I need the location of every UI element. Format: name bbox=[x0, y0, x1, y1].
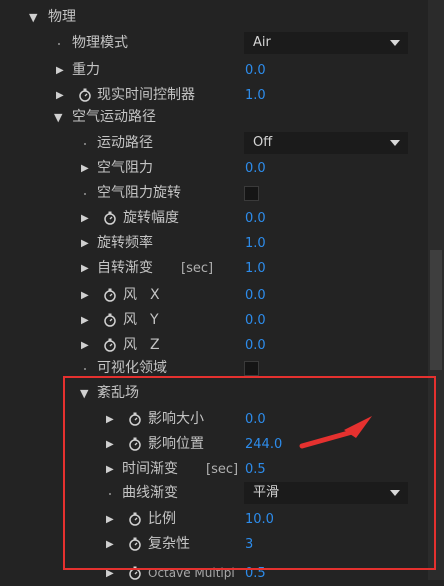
label-wind: 风 bbox=[123, 312, 137, 328]
stopwatch-icon[interactable] bbox=[78, 88, 92, 102]
row-wind-y: ▶ 风 Y 0.0 bbox=[0, 308, 428, 333]
chevron-down-icon bbox=[390, 140, 400, 146]
group-label-physics: 物理 bbox=[48, 9, 76, 25]
label-air-resistance-rotation: 空气阻力旋转 bbox=[97, 185, 181, 201]
expand-triangle-icon[interactable]: ▶ bbox=[81, 308, 89, 333]
physics-mode-dropdown[interactable]: Air bbox=[244, 32, 408, 54]
label-wind: 风 bbox=[123, 287, 137, 303]
label-wind-axis: Y bbox=[150, 312, 159, 328]
row-spin-amplitude: ▶ 旋转幅度 0.0 bbox=[0, 206, 428, 231]
value-spin-frequency[interactable]: 1.0 bbox=[245, 231, 266, 256]
expand-triangle-icon[interactable]: ▶ bbox=[81, 206, 89, 231]
motion-path-value: Off bbox=[253, 135, 273, 150]
stopwatch-icon[interactable] bbox=[103, 338, 117, 352]
row-spin-frequency: ▶ 旋转频率 1.0 bbox=[0, 231, 428, 256]
value-wind-y[interactable]: 0.0 bbox=[245, 308, 266, 333]
chevron-down-icon bbox=[390, 40, 400, 46]
row-wind-z: ▶ 风 Z 0.0 bbox=[0, 333, 428, 358]
tree-dot bbox=[84, 193, 86, 195]
row-air-resistance: ▶ 空气阻力 0.0 bbox=[0, 156, 428, 181]
group-label-air-motion-path: 空气运动路径 bbox=[72, 109, 156, 125]
row-air-resistance-rotation: 空气阻力旋转 bbox=[0, 181, 428, 206]
unit-fade-in-spin: [sec] bbox=[181, 261, 214, 276]
label-wind-axis: Z bbox=[150, 337, 160, 353]
label-gravity: 重力 bbox=[72, 62, 100, 78]
expand-triangle-icon[interactable]: ▶ bbox=[81, 231, 89, 256]
label-spin-amplitude: 旋转幅度 bbox=[123, 210, 179, 226]
label-wind: 风 bbox=[123, 337, 137, 353]
value-wind-x[interactable]: 0.0 bbox=[245, 283, 266, 308]
row-motion-path: 运动路径 Off bbox=[0, 131, 428, 156]
tree-dot bbox=[58, 43, 60, 45]
tree-dot bbox=[84, 143, 86, 145]
scrollbar-thumb[interactable] bbox=[430, 250, 442, 370]
row-gravity: ▶ 重力 0.0 bbox=[0, 58, 428, 83]
expand-triangle-icon[interactable]: ▶ bbox=[81, 156, 89, 181]
label-motion-path: 运动路径 bbox=[97, 135, 153, 151]
visualize-fields-checkbox[interactable] bbox=[244, 361, 259, 376]
value-wind-z[interactable]: 0.0 bbox=[245, 333, 266, 358]
label-physics-mode: 物理模式 bbox=[72, 35, 128, 51]
value-spin-amplitude[interactable]: 0.0 bbox=[245, 206, 266, 231]
expand-triangle-icon[interactable]: ▼ bbox=[54, 105, 62, 130]
label-air-resistance: 空气阻力 bbox=[97, 160, 153, 176]
expand-triangle-icon[interactable]: ▶ bbox=[81, 283, 89, 308]
expand-triangle-icon[interactable]: ▶ bbox=[81, 256, 89, 281]
expand-triangle-icon[interactable]: ▼ bbox=[29, 5, 37, 30]
value-gravity[interactable]: 0.0 bbox=[245, 58, 266, 83]
value-fade-in-spin[interactable]: 1.0 bbox=[245, 256, 266, 281]
row-wind-x: ▶ 风 X 0.0 bbox=[0, 283, 428, 308]
stopwatch-icon[interactable] bbox=[103, 288, 117, 302]
row-physics-mode: 物理模式 Air bbox=[0, 31, 428, 56]
physics-mode-value: Air bbox=[253, 35, 271, 50]
label-wind-axis: X bbox=[150, 287, 160, 303]
stopwatch-icon[interactable] bbox=[103, 313, 117, 327]
tree-dot bbox=[84, 368, 86, 370]
annotation-highlight-box bbox=[63, 376, 436, 570]
air-resistance-rotation-checkbox[interactable] bbox=[244, 186, 259, 201]
row-air-motion-path[interactable]: ▼ 空气运动路径 bbox=[0, 105, 428, 130]
row-fade-in-spin: ▶ 自转渐变 [sec] 1.0 bbox=[0, 256, 428, 281]
expand-triangle-icon[interactable]: ▶ bbox=[56, 58, 64, 83]
row-physics[interactable]: ▼ 物理 bbox=[0, 5, 428, 30]
motion-path-dropdown[interactable]: Off bbox=[244, 132, 408, 154]
stopwatch-icon[interactable] bbox=[103, 211, 117, 225]
value-air-resistance[interactable]: 0.0 bbox=[245, 156, 266, 181]
expand-triangle-icon[interactable]: ▶ bbox=[81, 333, 89, 358]
label-spin-frequency: 旋转频率 bbox=[97, 235, 153, 251]
label-fade-in-spin: 自转渐变 bbox=[97, 260, 153, 276]
